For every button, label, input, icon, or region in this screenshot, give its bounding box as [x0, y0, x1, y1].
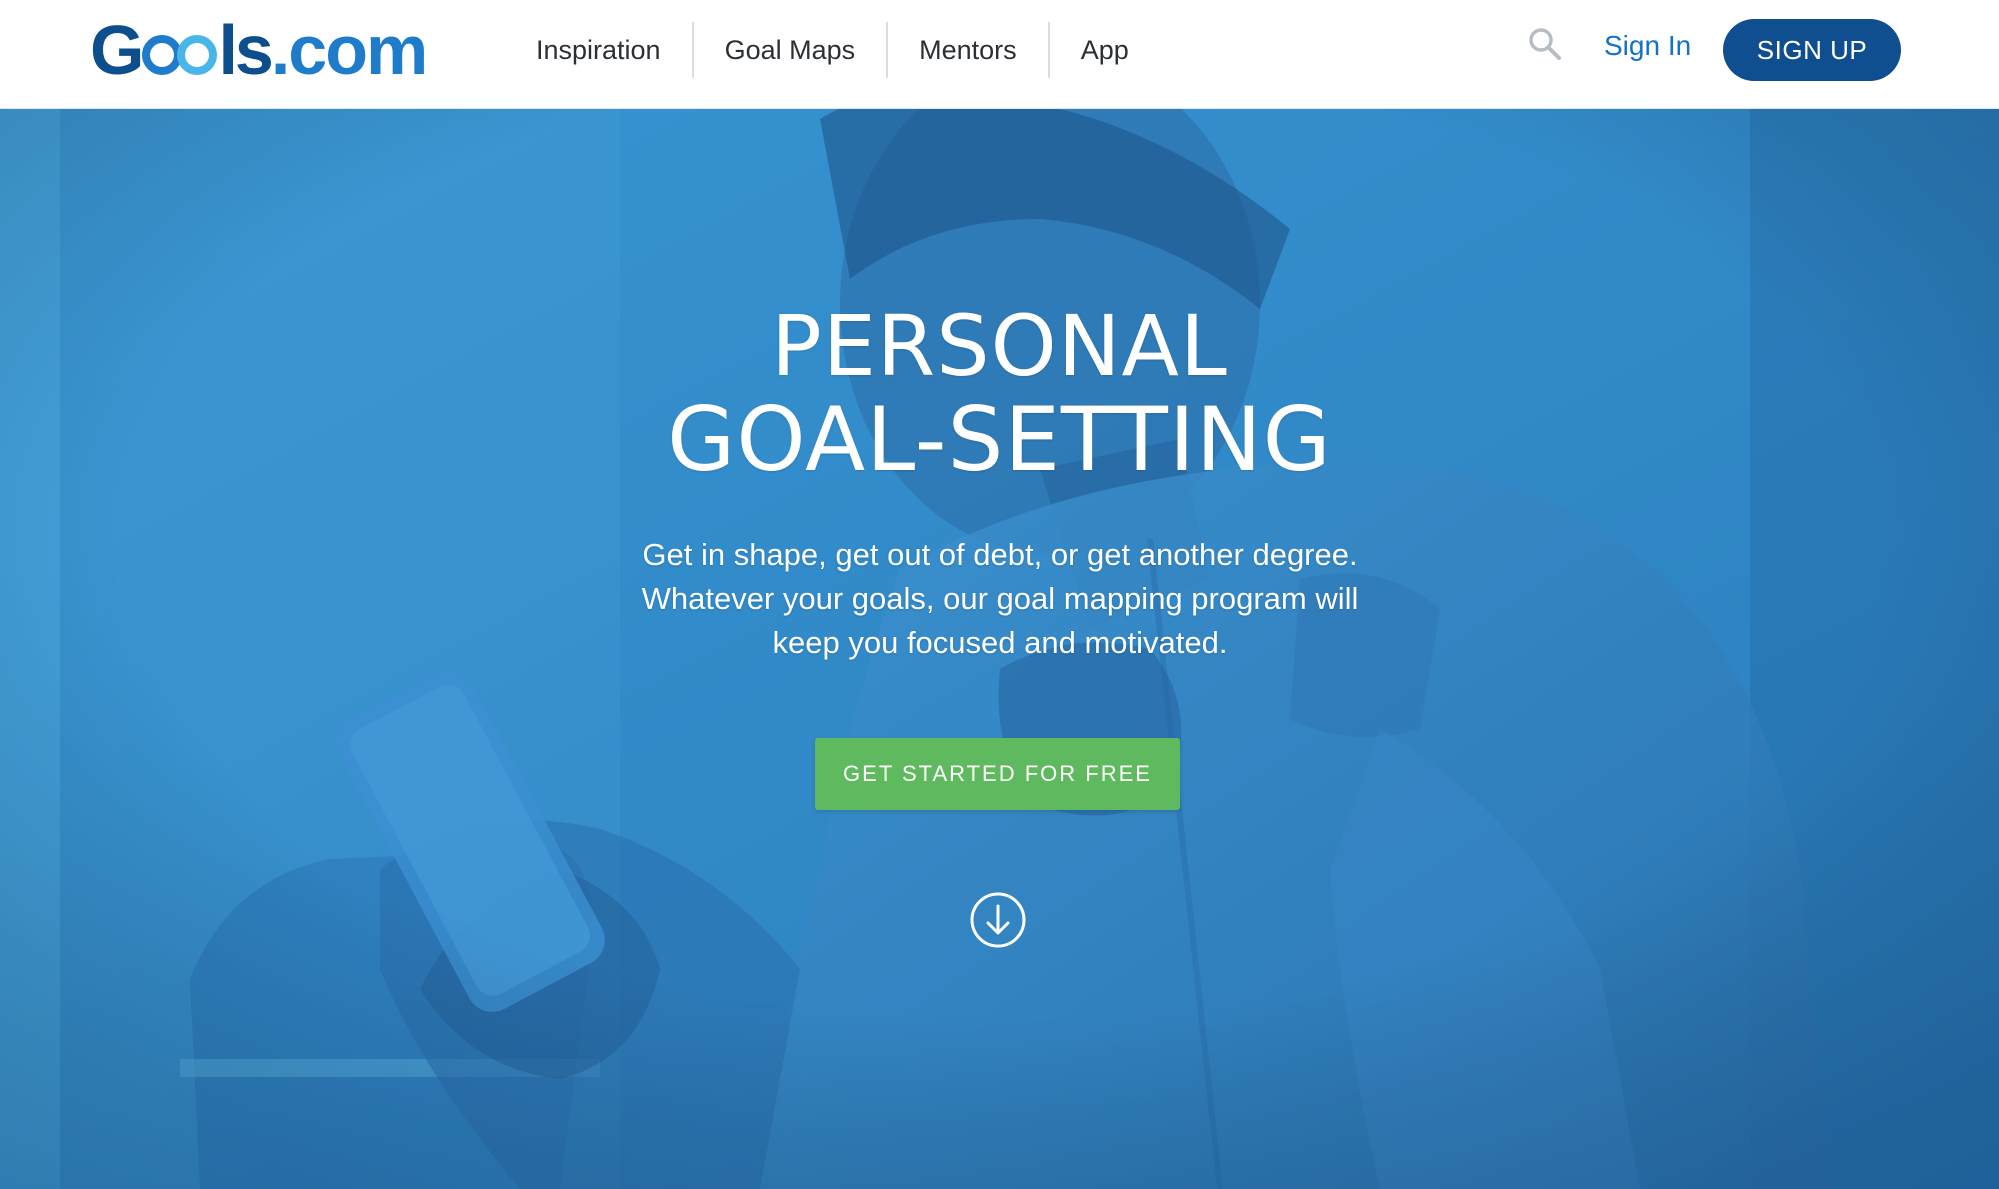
hero-title-line-1: PERSONAL	[771, 297, 1228, 395]
hero-title: PERSONAL GOAL-SETTING	[0, 299, 1999, 487]
get-started-button[interactable]: GET STARTED FOR FREE	[815, 738, 1180, 810]
sign-in-link[interactable]: Sign In	[1604, 30, 1691, 62]
logo-ring-icon	[142, 35, 183, 75]
logo-letter-g: G	[90, 11, 144, 89]
main-nav: Inspiration Goal Maps Mentors App	[505, 22, 1160, 78]
hero-subtitle-line-2: Whatever your goals, our goal mapping pr…	[641, 581, 1359, 616]
search-icon[interactable]	[1528, 27, 1562, 61]
nav-item-inspiration[interactable]: Inspiration	[505, 22, 694, 78]
hero-title-line-2: GOAL-SETTING	[667, 388, 1332, 491]
site-header: Gls .com Inspiration Goal Maps Mentors Ap…	[0, 0, 1999, 109]
hero-subtitle-line-3: keep you focused and motivated.	[772, 625, 1228, 660]
nav-item-mentors[interactable]: Mentors	[888, 22, 1050, 78]
nav-item-app[interactable]: App	[1050, 22, 1160, 78]
hero-subtitle-line-1: Get in shape, get out of debt, or get an…	[642, 537, 1358, 572]
arrow-down-circle-icon[interactable]	[968, 890, 1028, 950]
hero-section: PERSONAL GOAL-SETTING Get in shape, get …	[0, 109, 1999, 1189]
sign-up-button[interactable]: SIGN UP	[1723, 19, 1901, 81]
nav-item-goal-maps[interactable]: Goal Maps	[694, 22, 889, 78]
logo-ring-icon	[177, 35, 218, 75]
logo-dotcom: .com	[270, 11, 428, 89]
hero-subtitle: Get in shape, get out of debt, or get an…	[550, 533, 1450, 665]
logo-letters: ls	[218, 11, 273, 89]
goals-logo[interactable]: Gls .com	[90, 11, 428, 89]
